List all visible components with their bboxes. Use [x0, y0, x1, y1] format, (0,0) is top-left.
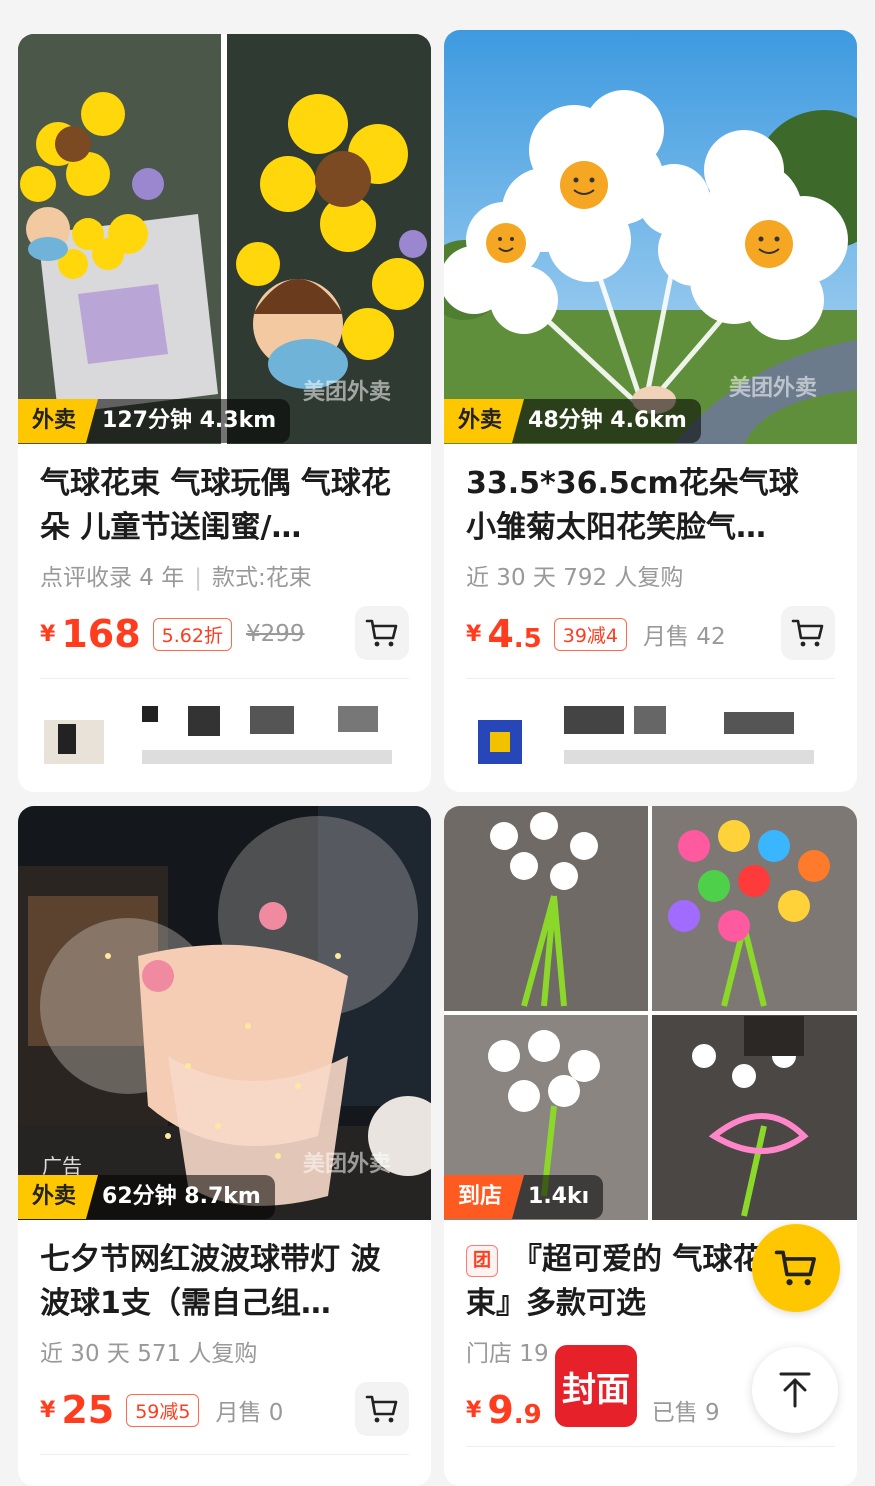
discount-badge: 39减4: [553, 617, 627, 651]
shopping-cart-icon: [774, 1250, 816, 1286]
product-subtitle: 门店 19: [466, 1341, 549, 1367]
monthly-sales: 月售 42: [643, 624, 726, 650]
product-image-4[interactable]: [444, 806, 857, 1220]
product-card-2[interactable]: 美团外卖 外卖 48分钟 4.6km 33.5*36.5cm花朵气球 小雏菊太阳…: [444, 30, 857, 792]
balloon-flower-collage-photo: [444, 806, 857, 1220]
currency-symbol: ¥: [40, 621, 56, 647]
shopping-cart-icon: [365, 619, 398, 647]
listed-duration: 点评收录 4 年: [40, 565, 185, 591]
price: 168: [61, 612, 141, 656]
product-title-text: 『超可爱的 气球花束』多款可选: [466, 1242, 763, 1321]
currency-symbol: ¥: [466, 1397, 482, 1423]
delivery-tag-bar: 外卖 127分钟 4.3km: [18, 399, 291, 443]
product-image-2[interactable]: 美团外卖: [444, 30, 857, 444]
delivery-tag-bar: 外卖 48分钟 4.6km: [444, 399, 701, 443]
floating-cart-button[interactable]: [752, 1224, 840, 1312]
product-title[interactable]: 气球花束 气球玩偶 气球花朵 儿童节送闺蜜/…: [40, 462, 410, 550]
product-image-3[interactable]: 广告 美团外卖: [18, 806, 431, 1220]
divider: [40, 678, 409, 679]
group-deal-badge: 团: [466, 1244, 498, 1277]
product-subtitle: 点评收录 4 年 | 款式:花束: [40, 558, 312, 592]
back-to-top-icon: [779, 1372, 811, 1408]
divider: [40, 1454, 409, 1455]
discount-badge: 59减5: [126, 1393, 200, 1427]
variant-style: 款式:花束: [212, 565, 312, 591]
original-price: ¥299: [245, 621, 305, 647]
shop-info-blurred[interactable]: [42, 702, 412, 772]
price: 4.5: [487, 612, 541, 656]
instore-tag-bar: 到店 1.4kı: [444, 1175, 604, 1219]
divider: [466, 678, 835, 679]
currency-symbol: ¥: [466, 621, 482, 647]
product-card-1[interactable]: 美团外卖 外卖 127分钟 4.3km 气球花束 气球玩偶 气球花朵 儿童节送闺…: [18, 34, 431, 792]
product-title[interactable]: 七夕节网红波波球带灯 波波球1支（需自己组…: [40, 1238, 410, 1326]
back-to-top-button[interactable]: [752, 1347, 838, 1433]
monthly-sales: 月售 0: [215, 1400, 284, 1426]
price-integer: 9: [487, 1388, 514, 1432]
delivery-tag: 外卖: [18, 399, 99, 443]
price-decimal: .5: [513, 624, 542, 654]
product-card-3[interactable]: 广告 美团外卖 外卖 62分钟 8.7km 七夕节网红波波球带灯 波波球1支（需…: [18, 806, 431, 1486]
price-decimal: .9: [513, 1400, 542, 1430]
delivery-tag: 外卖: [444, 399, 525, 443]
delivery-tag: 外卖: [18, 1175, 99, 1219]
divider: [466, 1446, 835, 1447]
shopping-cart-icon: [791, 619, 824, 647]
add-to-cart-button[interactable]: [781, 606, 835, 660]
add-to-cart-button[interactable]: [355, 1382, 409, 1436]
product-subtitle: 近 30 天 571 人复购: [40, 1341, 258, 1367]
delivery-time-distance: 127分钟 4.3km: [84, 399, 291, 443]
shop-info-blurred[interactable]: [468, 702, 838, 772]
price-integer: 4: [487, 612, 514, 656]
shopping-cart-icon: [365, 1395, 398, 1423]
product-title[interactable]: 33.5*36.5cm花朵气球 小雏菊太阳花笑脸气…: [466, 462, 836, 550]
image-watermark: 美团外卖: [728, 376, 817, 401]
delivery-time-distance: 48分钟 4.6km: [510, 399, 701, 443]
delivery-tag-bar: 外卖 62分钟 8.7km: [18, 1175, 275, 1219]
delivery-time-distance: 62分钟 8.7km: [84, 1175, 275, 1219]
currency-symbol: ¥: [40, 1397, 56, 1423]
image-watermark: 美团外卖: [302, 1152, 391, 1177]
product-subtitle: 近 30 天 792 人复购: [466, 565, 684, 591]
instore-tag: 到店: [444, 1175, 525, 1219]
add-to-cart-button[interactable]: [355, 606, 409, 660]
total-sold: 已售 9: [651, 1400, 720, 1426]
price: 25: [61, 1388, 115, 1432]
product-title[interactable]: 团『超可爱的 气球花束』多款可选: [466, 1238, 786, 1326]
publisher-watermark: 封面: [555, 1345, 637, 1427]
discount-badge: 5.62折: [152, 617, 232, 651]
price: 9.9: [487, 1388, 541, 1432]
store-distance: 1.4kı: [510, 1175, 604, 1219]
product-image-1[interactable]: 美团外卖: [18, 34, 431, 444]
separator: |: [194, 565, 203, 591]
image-watermark: 美团外卖: [302, 380, 391, 405]
